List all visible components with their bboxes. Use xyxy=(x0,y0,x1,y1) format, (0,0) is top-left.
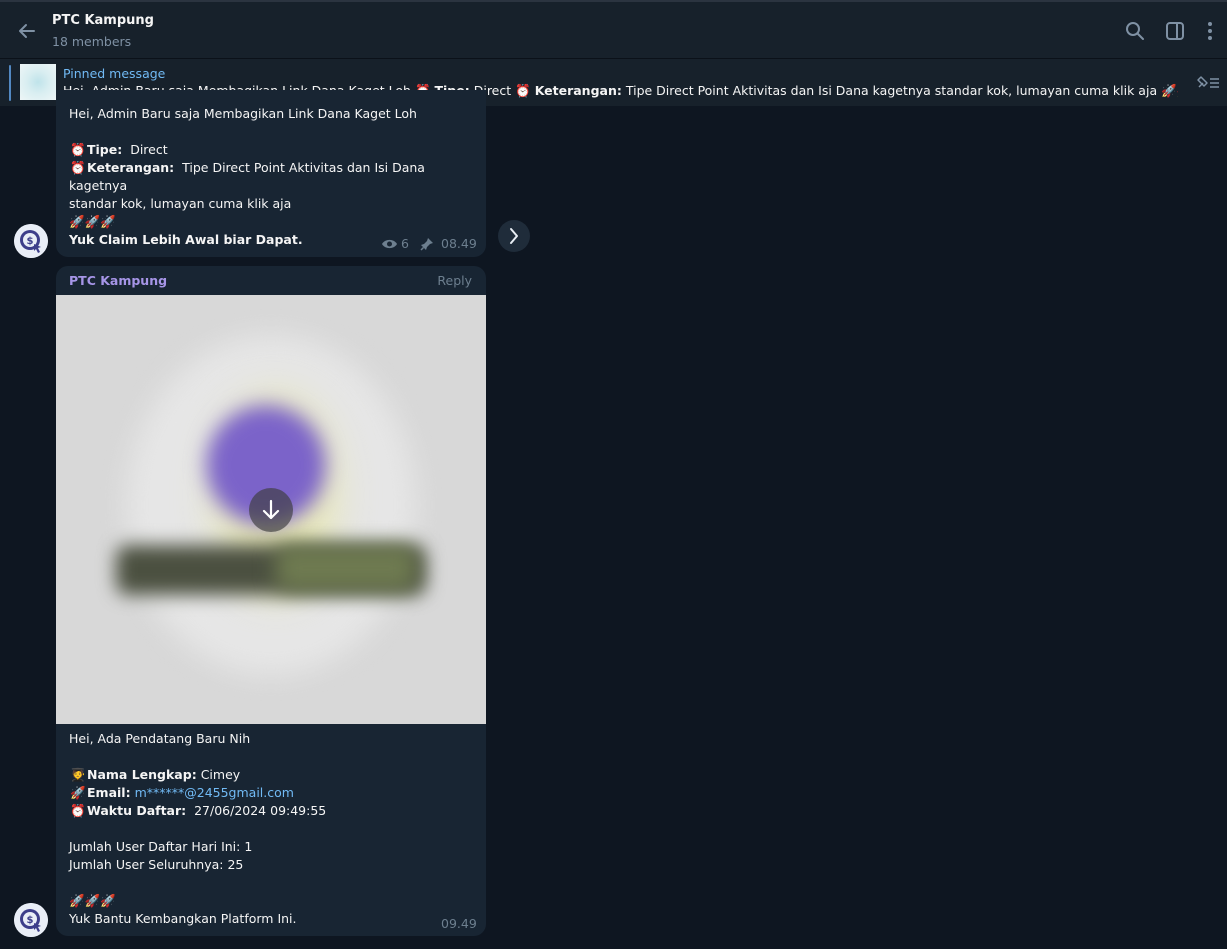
alarm-clock-icon: ⏰ xyxy=(70,142,86,157)
message-text: 🚀Email: m******@2455gmail.com xyxy=(70,785,294,800)
message-text: ⏰Keterangan: Tipe Direct Point Aktivitas… xyxy=(69,160,425,211)
message-text: Hei, Admin Baru saja Membagikan Link Dan… xyxy=(69,106,417,121)
chevron-right-icon xyxy=(510,228,518,244)
pinned-thumbnail xyxy=(20,64,56,100)
pinned-indicator xyxy=(9,65,11,101)
message-text: Hei, Ada Pendatang Baru Nih xyxy=(69,731,251,746)
rocket-icon: 🚀 xyxy=(70,785,86,800)
pinned-label: Pinned message xyxy=(63,66,166,81)
message-time: 08.49 xyxy=(441,236,477,251)
svg-text:$: $ xyxy=(27,915,34,926)
chat-title[interactable]: PTC Kampung xyxy=(52,13,154,28)
more-vert-icon[interactable] xyxy=(1199,20,1221,42)
avatar[interactable]: $ xyxy=(14,224,48,258)
avatar[interactable]: $ xyxy=(14,903,48,937)
rocket-icon: 🚀🚀🚀 xyxy=(69,214,116,229)
student-icon: 🧑‍🎓 xyxy=(70,767,86,782)
message-text: ⏰Waktu Daftar: 27/06/2024 09:49:55 xyxy=(70,803,327,818)
dollar-cursor-icon: $ xyxy=(14,903,48,937)
search-icon[interactable] xyxy=(1124,20,1146,42)
unpin-icon[interactable] xyxy=(1195,73,1221,93)
email-link[interactable]: m******@2455gmail.com xyxy=(135,785,294,800)
rocket-icon: 🚀🚀🚀 xyxy=(69,893,116,908)
pin-icon xyxy=(420,238,433,251)
message-bubble[interactable]: Hei, Admin Baru saja Membagikan Link Dan… xyxy=(56,90,486,257)
member-count: 18 members xyxy=(52,34,132,49)
message-bubble[interactable]: PTC Kampung Reply Hei, Ada Pendatang Bar… xyxy=(56,266,486,936)
forward-button[interactable] xyxy=(498,220,530,252)
chat-header: PTC Kampung 18 members xyxy=(0,0,1227,58)
rocket-icon: 🚀🚀 xyxy=(1161,83,1178,98)
message-text: Jumlah User Seluruhnya: 25 xyxy=(69,857,244,872)
alarm-clock-icon: ⏰ xyxy=(70,160,86,175)
blurred-photo[interactable] xyxy=(56,295,486,724)
message-text: 🧑‍🎓Nama Lengkap: Cimey xyxy=(70,767,241,782)
svg-text:$: $ xyxy=(27,236,34,247)
message-text: ⏰Tipe: Direct xyxy=(70,142,168,157)
message-text: Yuk Bantu Kembangkan Platform Ini. xyxy=(69,911,297,926)
dollar-cursor-icon: $ xyxy=(14,224,48,258)
back-arrow-icon[interactable] xyxy=(14,18,40,44)
sidebar-toggle-icon[interactable] xyxy=(1164,20,1186,42)
message-time: 09.49 xyxy=(441,916,477,931)
message-text: Jumlah User Daftar Hari Ini: 1 xyxy=(69,839,253,854)
sender-name[interactable]: PTC Kampung xyxy=(69,273,167,288)
download-icon xyxy=(262,499,280,520)
reply-button[interactable]: Reply xyxy=(437,273,472,288)
alarm-clock-icon: ⏰ xyxy=(70,803,86,818)
alarm-clock-icon: ⏰ xyxy=(515,83,531,98)
view-count: 6 xyxy=(401,236,409,251)
eye-icon xyxy=(382,239,397,249)
download-button[interactable] xyxy=(249,488,293,532)
message-text: Yuk Claim Lebih Awal biar Dapat. xyxy=(69,232,303,247)
